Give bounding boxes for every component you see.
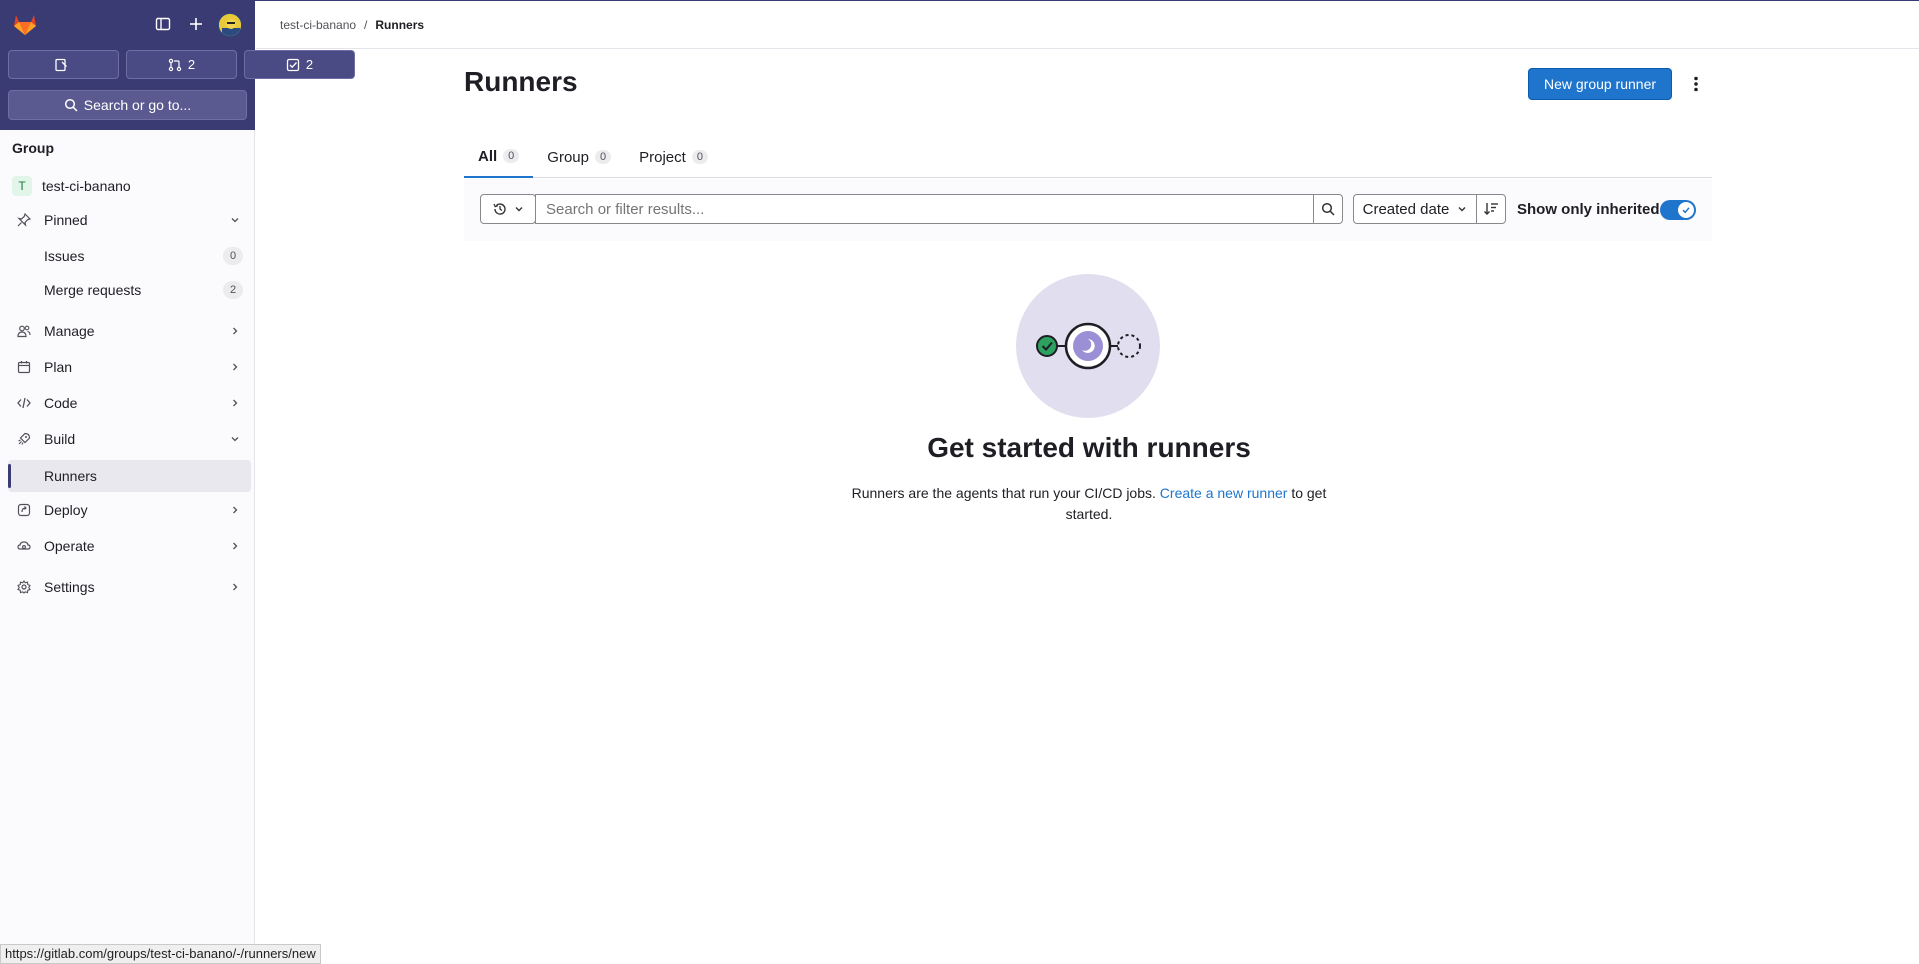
tab-group[interactable]: Group 0 — [533, 136, 625, 178]
todo-icon — [286, 58, 300, 71]
thumbtack-icon — [16, 212, 32, 228]
sidebar-item-merge-requests[interactable]: Merge requests 2 — [8, 274, 251, 306]
sort-direction-button[interactable] — [1476, 194, 1506, 224]
sidebar-item-plan[interactable]: Plan — [8, 351, 251, 383]
gear-icon — [16, 579, 32, 595]
chevron-right-icon — [227, 505, 243, 515]
search-submit-button[interactable] — [1313, 194, 1343, 224]
chevron-down-icon — [227, 434, 243, 444]
users-icon — [16, 323, 32, 339]
rocket-icon — [16, 431, 32, 447]
chevron-right-icon — [227, 326, 243, 336]
issues-counter-button[interactable] — [8, 50, 119, 79]
sidebar-toggle-icon[interactable] — [153, 14, 173, 34]
tab-count: 0 — [503, 149, 520, 163]
group-avatar: T — [12, 176, 32, 196]
create-new-icon[interactable] — [186, 14, 206, 34]
sort-field-dropdown[interactable]: Created date — [1353, 194, 1477, 224]
cloud-gear-icon — [16, 538, 32, 554]
search-icon — [64, 98, 78, 112]
sidebar-item-operate[interactable]: Operate — [8, 530, 251, 562]
issues-icon — [54, 58, 67, 71]
merge-requests-counter-button[interactable]: 2 — [126, 50, 237, 79]
runner-type-tabs: All 0 Group 0 Project 0 — [464, 136, 1712, 178]
breadcrumb: test-ci-banano / Runners — [280, 18, 424, 32]
tab-project[interactable]: Project 0 — [625, 136, 722, 178]
check-icon — [1682, 207, 1690, 214]
empty-state-title: Get started with runners — [927, 432, 1251, 463]
runners-empty-illustration — [1016, 274, 1160, 418]
filter-bar: Created date Show only inherited — [464, 179, 1712, 241]
deployments-icon — [16, 502, 32, 518]
recent-searches-button[interactable] — [480, 194, 536, 224]
show-only-inherited-label: Show only inherited — [1517, 201, 1660, 218]
sort-lowest-icon — [1484, 203, 1498, 215]
breadcrumb-group-link[interactable]: test-ci-banano — [280, 18, 356, 32]
sidebar-group-link[interactable]: T test-ci-banano — [8, 170, 251, 202]
sidebar-top: 2 2 Search or go to... — [0, 0, 355, 130]
create-new-runner-link[interactable]: Create a new runner — [1160, 485, 1288, 501]
sidebar-item-manage[interactable]: Manage — [8, 315, 251, 347]
todos-counter-button[interactable]: 2 — [244, 50, 355, 79]
filter-search-input[interactable] — [535, 194, 1314, 224]
sidebar-item-settings[interactable]: Settings — [8, 571, 251, 603]
code-icon — [16, 395, 32, 411]
tab-count: 0 — [691, 150, 708, 164]
show-only-inherited-toggle[interactable] — [1660, 200, 1696, 220]
issues-count-badge: 0 — [223, 247, 243, 265]
more-actions-icon[interactable] — [1686, 72, 1706, 96]
chevron-right-icon — [227, 398, 243, 408]
merge-requests-count-badge: 2 — [223, 281, 243, 299]
sidebar-item-code[interactable]: Code — [8, 387, 251, 419]
empty-state-description: Runners are the agents that run your CI/… — [851, 485, 1327, 522]
tab-all[interactable]: All 0 — [464, 136, 534, 178]
tab-count: 0 — [595, 150, 612, 164]
breadcrumb-current[interactable]: Runners — [375, 18, 424, 32]
sidebar-item-deploy[interactable]: Deploy — [8, 494, 251, 526]
top-bar: test-ci-banano / Runners — [256, 0, 1919, 49]
search-icon — [1321, 202, 1335, 216]
sidebar-context-title: Group — [12, 140, 54, 156]
chevron-down-icon — [515, 207, 523, 212]
new-group-runner-button[interactable]: New group runner — [1528, 68, 1672, 100]
merge-request-icon — [168, 58, 182, 71]
search-button[interactable]: Search or go to... — [8, 90, 247, 120]
group-name: test-ci-banano — [42, 178, 131, 194]
user-avatar[interactable] — [218, 13, 242, 37]
chevron-right-icon — [227, 582, 243, 592]
page-title: Runners — [464, 66, 578, 97]
sidebar-item-issues[interactable]: Issues 0 — [8, 240, 251, 272]
chevron-down-icon — [227, 215, 243, 225]
sidebar-item-runners[interactable]: Runners — [8, 460, 251, 492]
history-icon — [493, 203, 506, 215]
chevron-down-icon — [1458, 207, 1466, 212]
breadcrumb-separator: / — [364, 18, 368, 32]
sidebar: 2 2 Search or go to... Group T test-ci-b… — [0, 0, 355, 964]
chevron-right-icon — [227, 541, 243, 551]
chevron-right-icon — [227, 362, 243, 372]
planning-icon — [16, 359, 32, 375]
sidebar-item-pinned[interactable]: Pinned — [8, 204, 251, 236]
link-preview-status-bar: https://gitlab.com/groups/test-ci-banano… — [0, 944, 321, 964]
gitlab-logo-icon[interactable] — [12, 11, 38, 37]
sidebar-item-build[interactable]: Build — [8, 423, 251, 455]
